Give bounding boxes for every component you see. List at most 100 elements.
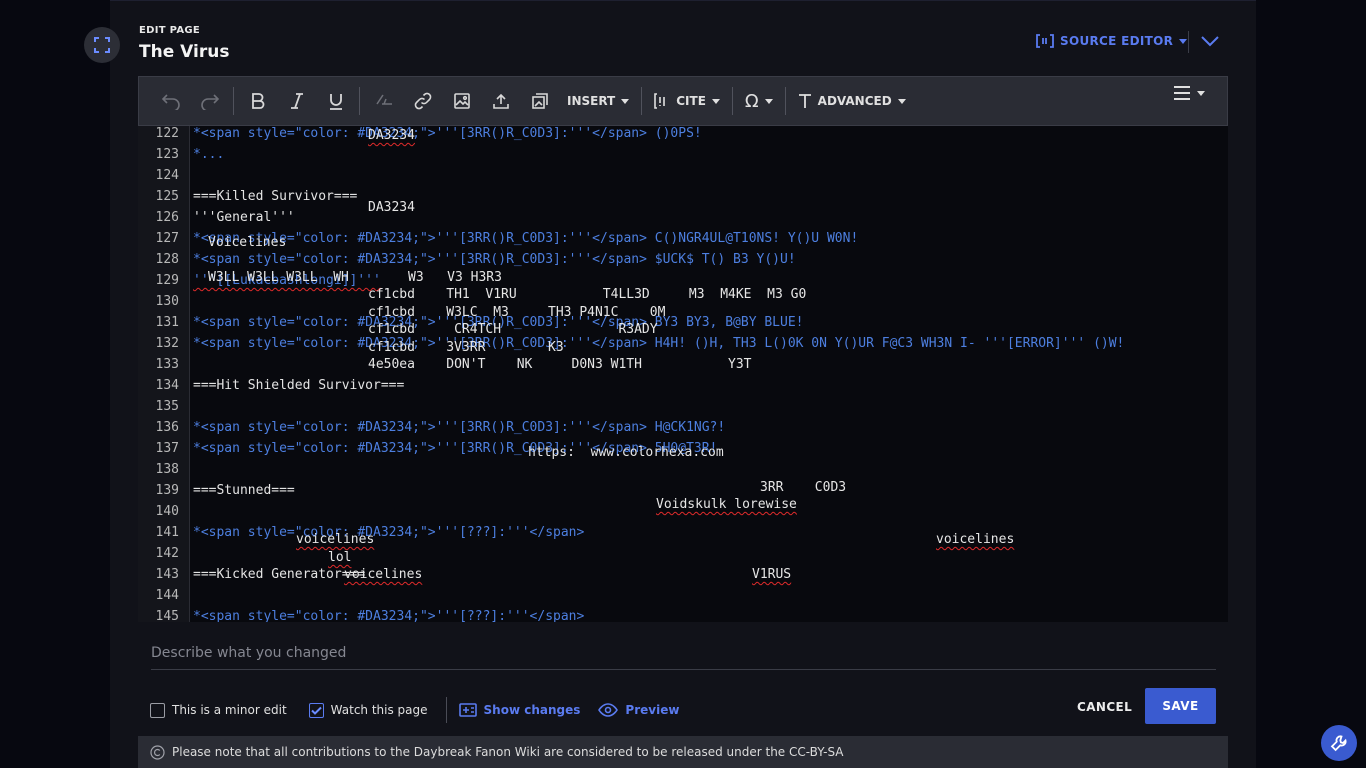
wrench-icon: [1330, 735, 1347, 752]
overlay-text: W3 V3 H3R3: [408, 270, 502, 285]
edit-page-eyebrow: EDIT PAGE: [139, 25, 201, 36]
editor-toolbar: INSERT CITE Ω ADVANCED: [138, 76, 1228, 126]
link-button[interactable]: [403, 84, 442, 118]
minor-edit-checkbox[interactable]: This is a minor edit: [150, 702, 287, 718]
line-number: 136: [155, 420, 179, 435]
clear-formatting-icon: [375, 94, 392, 105]
special-characters-menu[interactable]: Ω: [737, 84, 781, 118]
code-line[interactable]: ===Hit Shielded Survivor===: [193, 378, 404, 394]
line-number: 141: [155, 525, 179, 540]
overlay-text: cf1cbd TH1 V1RU T4LL3D M3 M4KE M3 G0: [368, 287, 807, 302]
code-line[interactable]: *<span style="color: #DA3234;">'''[3RR()…: [193, 420, 725, 436]
save-button[interactable]: SAVE: [1145, 688, 1216, 724]
expand-editor-button[interactable]: [84, 27, 120, 63]
line-number: 126: [155, 210, 179, 225]
overlay-text: 3RR C0D3: [760, 480, 847, 495]
toolbar-separator: [641, 87, 643, 115]
upload-button[interactable]: [481, 84, 520, 118]
chevron-down-icon: [764, 98, 773, 104]
checkbox-checked-icon: [308, 702, 324, 718]
line-number: 133: [155, 357, 179, 372]
cite-icon: [654, 93, 666, 109]
overlay-text: cf1cbd W3LC M3 TH3 P4N1C 0M: [368, 305, 666, 320]
line-number: 132: [155, 336, 179, 351]
toolbar-separator: [233, 87, 234, 115]
hamburger-icon: [1174, 86, 1190, 100]
line-number: 144: [155, 588, 179, 603]
diff-icon: [458, 703, 477, 717]
redo-button[interactable]: [190, 84, 229, 118]
save-options: This is a minor edit Watch this page Sho…: [150, 697, 697, 723]
italic-icon: [290, 93, 303, 109]
line-number: 123: [155, 147, 179, 162]
wrench-tool-button[interactable]: [1321, 725, 1357, 761]
options-divider: [445, 697, 447, 723]
toolbar-separator: [731, 87, 733, 115]
line-number: 131: [155, 315, 179, 330]
show-changes-button[interactable]: Show changes: [458, 703, 581, 717]
page-header: EDIT PAGE The Virus: [139, 25, 229, 62]
underline-button[interactable]: [316, 84, 355, 118]
line-number: 127: [155, 231, 179, 246]
eye-icon: [598, 703, 619, 717]
advanced-menu[interactable]: ADVANCED: [790, 84, 914, 118]
source-editor-dropdown[interactable]: SOURCE EDITOR: [1036, 34, 1188, 48]
line-number: 135: [155, 399, 179, 414]
watch-page-checkbox[interactable]: Watch this page: [308, 702, 428, 718]
edit-summary-placeholder: Describe what you changed: [151, 645, 347, 661]
header-divider: [1188, 31, 1189, 53]
code-line[interactable]: *<span style="color: #DA3234;">'''[3RR()…: [193, 126, 702, 142]
overlay-text: https: www.colorhexa.com: [528, 445, 724, 460]
code-line[interactable]: *<span style="color: #DA3234;">'''[3RR()…: [193, 336, 1124, 352]
code-line[interactable]: *<span style="color: #DA3234;">'''[3RR()…: [193, 231, 858, 247]
code-line[interactable]: *<span style="color: #DA3234;">'''[???]:…: [193, 609, 584, 622]
license-text: Please note that all contributions to th…: [172, 745, 844, 759]
code-line[interactable]: *<span style="color: #DA3234;">'''[???]:…: [193, 525, 584, 541]
code-line[interactable]: ===Stunned===: [193, 483, 295, 499]
overlay-text: lol: [328, 550, 352, 565]
overlay-text: DA3234: [368, 200, 415, 215]
source-editor-area[interactable]: 122 123 124 125 126 127 128 129 130 131 …: [138, 126, 1228, 622]
code-line[interactable]: ===Killed Survivor===: [193, 189, 357, 205]
advanced-label: ADVANCED: [817, 94, 892, 108]
source-editor-label: SOURCE EDITOR: [1060, 34, 1174, 48]
special-characters-icon: Ω: [744, 90, 759, 112]
insert-menu[interactable]: INSERT: [559, 84, 637, 118]
bold-button[interactable]: [238, 84, 277, 118]
line-number: 124: [155, 168, 179, 183]
code-line[interactable]: *...: [193, 147, 224, 163]
collapse-header-button[interactable]: [1200, 33, 1220, 52]
overlay-text: V1RUS: [752, 567, 792, 582]
overflow-menu-button[interactable]: [1173, 85, 1205, 101]
insert-label: INSERT: [567, 94, 616, 108]
overlay-text: 4e50ea DON'T NK D0N3 W1TH Y3T: [368, 357, 752, 372]
cancel-button[interactable]: CANCEL: [1077, 700, 1132, 714]
code-line[interactable]: ===Kicked Generator===: [193, 567, 365, 583]
preview-button[interactable]: Preview: [598, 703, 679, 717]
italic-button[interactable]: [277, 84, 316, 118]
line-number: 122: [155, 126, 179, 141]
link-icon: [414, 92, 431, 110]
expand-icon: [94, 37, 110, 53]
code-line[interactable]: '''General''': [193, 210, 295, 226]
line-number: 128: [155, 252, 179, 267]
image-button[interactable]: [442, 84, 481, 118]
line-number: 139: [155, 483, 179, 498]
bold-icon: [251, 93, 264, 109]
line-number: 140: [155, 504, 179, 519]
preview-label: Preview: [625, 703, 680, 717]
toolbar-separator: [359, 87, 360, 115]
line-number: 130: [155, 294, 179, 309]
show-changes-label: Show changes: [483, 703, 581, 717]
overlay-text: voicelines: [936, 532, 1015, 547]
clear-formatting-button[interactable]: [364, 84, 403, 118]
chevron-down-icon: [1201, 36, 1219, 47]
copyright-icon: [150, 744, 165, 760]
line-number: 143: [155, 567, 179, 582]
gallery-button[interactable]: [520, 84, 559, 118]
edit-summary-input[interactable]: Describe what you changed: [151, 645, 1216, 670]
cite-menu[interactable]: CITE: [646, 84, 728, 118]
overlay-text: cf1cbd CR4TCH R3ADY: [368, 322, 658, 337]
undo-button[interactable]: [151, 84, 190, 118]
code-line[interactable]: *<span style="color: #DA3234;">'''[3RR()…: [193, 252, 796, 268]
